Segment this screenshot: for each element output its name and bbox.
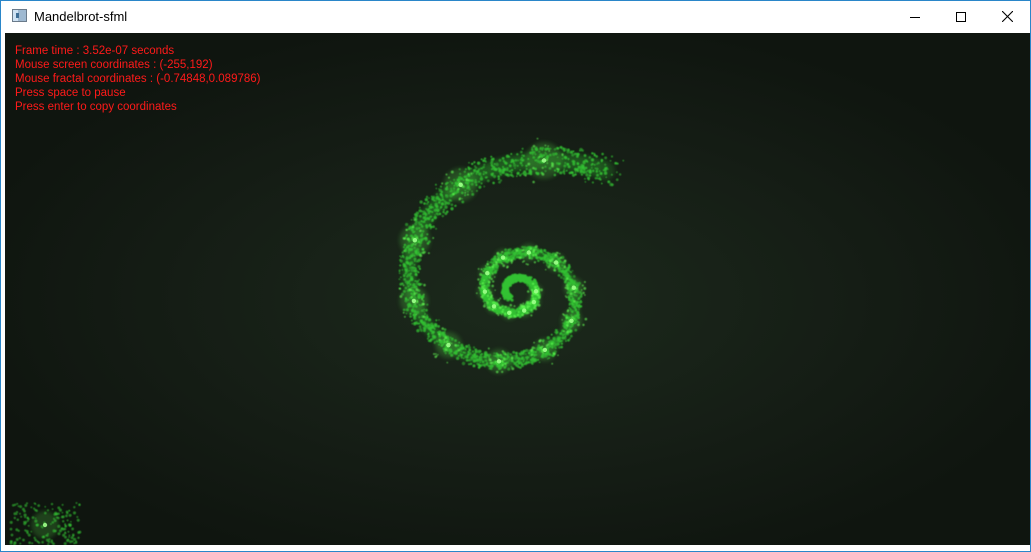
title-bar[interactable]: Mandelbrot-sfml	[1, 1, 1030, 32]
debug-overlay: Frame time : 3.52e-07 seconds Mouse scre…	[15, 44, 260, 114]
maximize-icon	[956, 11, 966, 22]
minimize-button[interactable]	[892, 1, 938, 32]
minimize-icon	[910, 16, 920, 18]
window-title: Mandelbrot-sfml	[34, 9, 128, 24]
copy-hint-text: Press enter to copy coordinates	[15, 101, 177, 113]
frame-time-text: Frame time : 3.52e-07 seconds	[15, 45, 175, 57]
mouse-screen-coords-text: Mouse screen coordinates : (-255,192)	[15, 59, 213, 71]
close-icon	[1001, 11, 1013, 22]
pause-hint-text: Press space to pause	[15, 87, 126, 99]
fractal-canvas[interactable]: Frame time : 3.52e-07 seconds Mouse scre…	[5, 33, 1030, 545]
mouse-fractal-coords-text: Mouse fractal coordinates : (-0.74848,0.…	[15, 73, 261, 85]
app-window: Mandelbrot-sfml Frame time: 3.52e-07 se…	[0, 0, 1031, 552]
close-button[interactable]	[984, 1, 1030, 32]
maximize-button[interactable]	[938, 1, 984, 32]
app-window-icon	[12, 9, 27, 22]
